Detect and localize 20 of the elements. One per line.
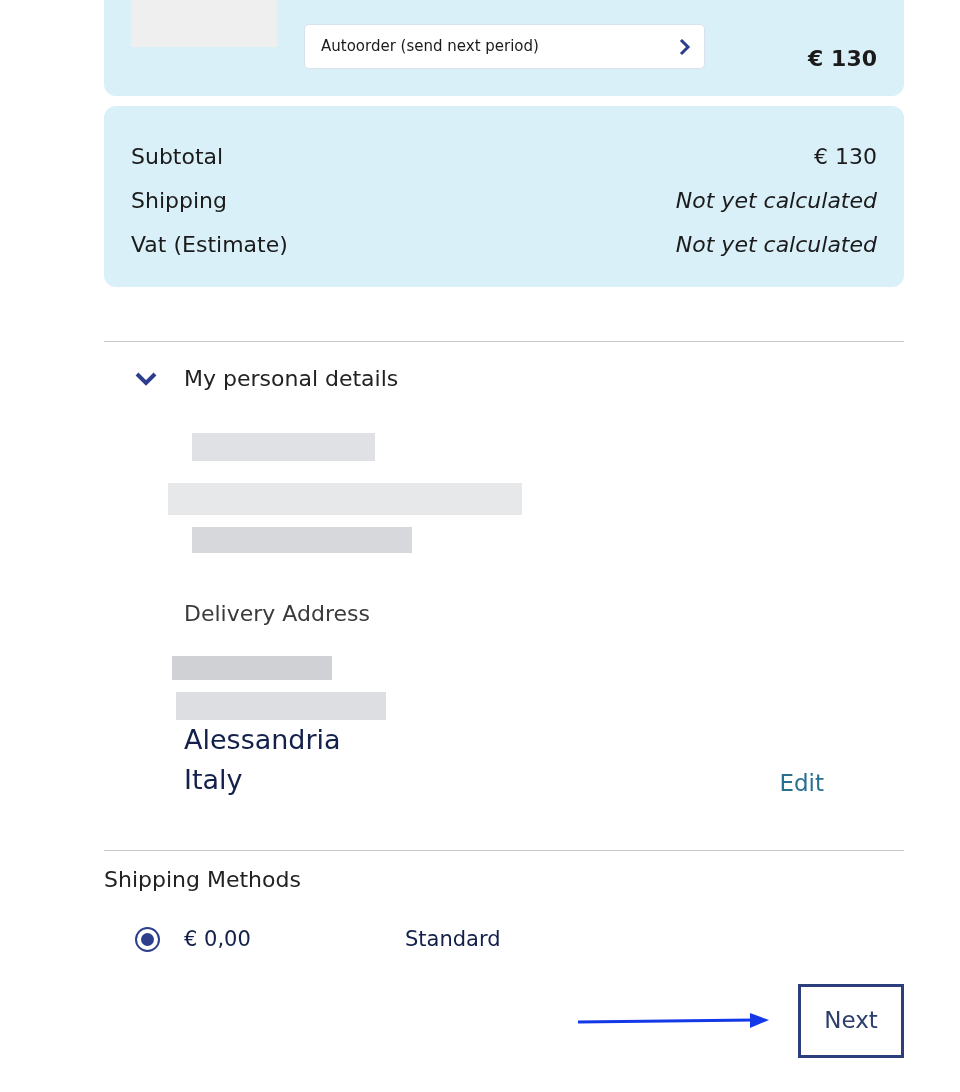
product-price: € 130	[808, 45, 877, 73]
summary-amount: € 130	[814, 143, 877, 171]
summary-label: Vat (Estimate)	[131, 231, 288, 259]
summary-label: Shipping	[131, 187, 227, 215]
pending-value: Not yet calculated	[675, 187, 877, 215]
address-line: Italy	[184, 763, 243, 797]
chevron-right-icon	[678, 37, 692, 56]
delivery-address-heading: Delivery Address	[184, 600, 371, 628]
next-button[interactable]: Next	[798, 983, 904, 1058]
summary-label: Subtotal	[131, 143, 224, 171]
autoorder-select[interactable]: Autoorder (send next period)	[304, 24, 705, 69]
address-line: Alessandria	[184, 723, 341, 757]
pending-value: Not yet calculated	[675, 231, 877, 259]
edit-link[interactable]: Edit	[779, 765, 824, 800]
section-title: Shipping Methods	[104, 866, 302, 894]
shipping-method-name: Standard	[405, 926, 501, 953]
chevron-down-icon[interactable]	[134, 370, 158, 387]
radio-button[interactable]	[135, 927, 160, 953]
shipping-price: € 0,00	[184, 926, 252, 953]
section-title[interactable]: My personal details	[184, 362, 399, 395]
